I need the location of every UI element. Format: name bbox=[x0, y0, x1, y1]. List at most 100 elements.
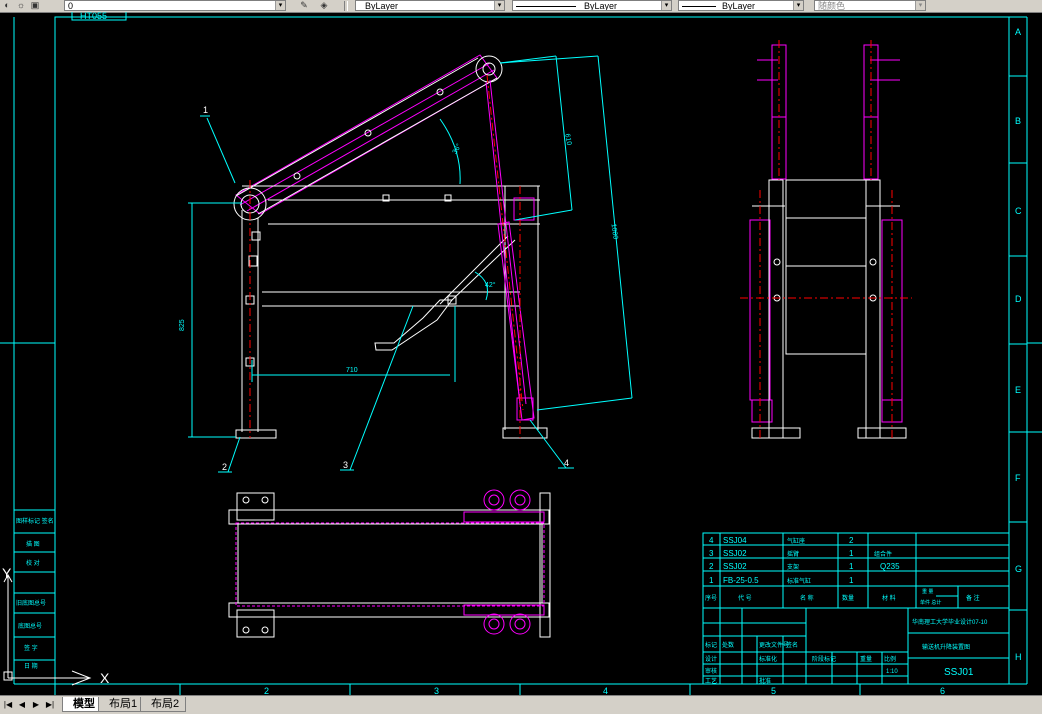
title-small-label: 设计 bbox=[705, 655, 717, 663]
strip-label: 图样标记 签名 bbox=[16, 517, 54, 525]
title-school: 华南理工大学毕业设计07-10 bbox=[912, 618, 988, 626]
dim-height: 825 bbox=[179, 319, 186, 331]
row-label-f: F bbox=[1015, 473, 1021, 483]
row-label-a: A bbox=[1015, 27, 1021, 37]
tab-layout2[interactable]: 布局2 bbox=[140, 697, 187, 712]
bom-no: 4 bbox=[709, 536, 714, 545]
dim-width: 710 bbox=[346, 367, 358, 374]
first-tab-icon[interactable]: |◀ bbox=[2, 699, 14, 710]
title-small-label: 更改文件号 bbox=[759, 641, 789, 649]
bom-name: 摇臂 bbox=[787, 550, 799, 558]
title-small-label: 比例 bbox=[884, 655, 896, 663]
layer-previous-icon[interactable]: ◈ bbox=[319, 1, 329, 10]
row-label-g: G bbox=[1015, 564, 1022, 574]
plotstyle-value: 随颜色 bbox=[818, 1, 846, 11]
strip-label: 旧底图总号 bbox=[16, 599, 46, 607]
dim-angle2: 42° bbox=[485, 281, 496, 289]
row-label-b: B bbox=[1015, 116, 1021, 126]
dim-slant2: 1080 bbox=[609, 223, 618, 240]
bom-qty: 1 bbox=[849, 562, 854, 571]
bom-header: 序号 bbox=[705, 594, 717, 602]
bom-material: 组合件 bbox=[874, 550, 892, 558]
col-label-4: 4 bbox=[603, 686, 608, 695]
balloon-1: 1 bbox=[203, 105, 208, 115]
bom-header: 备 注 bbox=[966, 594, 980, 602]
title-small-label: 标准化 bbox=[759, 655, 777, 663]
layer-state-icon[interactable]: ◐ bbox=[2, 1, 12, 10]
linetype-preview bbox=[516, 6, 576, 8]
strip-label: 描 图 bbox=[26, 540, 40, 548]
row-label-c: C bbox=[1015, 206, 1022, 216]
layer-value: 0 bbox=[68, 1, 74, 11]
bom-header: 单件 总计 bbox=[920, 599, 941, 606]
toolbar-separator bbox=[344, 1, 348, 11]
bom-name: 标准气缸 bbox=[787, 577, 811, 585]
tab-layout1[interactable]: 布局1 bbox=[98, 697, 145, 712]
grid-col-labels: 2 3 4 5 6 bbox=[264, 686, 945, 696]
title-small-label: 阶段标记 bbox=[812, 655, 836, 663]
bom-header: 材 料 bbox=[882, 594, 896, 602]
col-label-6: 6 bbox=[940, 686, 945, 695]
dim-angle1: 36° bbox=[451, 142, 463, 155]
freeze-icon[interactable]: ☼ bbox=[16, 1, 26, 10]
tab-model[interactable]: 模型 bbox=[62, 697, 102, 712]
title-small-label: 批准 bbox=[759, 677, 771, 685]
side-view bbox=[740, 40, 912, 440]
lineweight-value: ByLayer bbox=[722, 1, 756, 11]
layer-dropdown[interactable]: 0 ▾ bbox=[64, 0, 286, 11]
title-drawing-no: SSJ01 bbox=[944, 667, 974, 678]
chevron-down-icon: ▾ bbox=[915, 1, 925, 10]
bom-name: 气缸座 bbox=[787, 537, 805, 545]
bom-name: 支架 bbox=[787, 563, 799, 571]
lineweight-dropdown[interactable]: ByLayer ▾ bbox=[678, 0, 804, 11]
strip-label: 日 期 bbox=[24, 662, 38, 670]
bom-no: 3 bbox=[709, 549, 714, 558]
lineweight-preview bbox=[682, 6, 716, 8]
title-small-label: 重量 bbox=[860, 655, 872, 663]
last-tab-icon[interactable]: ▶| bbox=[44, 699, 56, 710]
ucs-icon bbox=[3, 573, 92, 686]
make-current-layer-icon[interactable]: ✎ bbox=[299, 1, 309, 10]
chevron-down-icon: ▾ bbox=[494, 1, 504, 10]
linetype-dropdown[interactable]: ByLayer ▾ bbox=[512, 0, 672, 11]
bom-header: 代 号 bbox=[738, 594, 752, 602]
color-value: ByLayer bbox=[365, 1, 399, 11]
bom-code: SSJ04 bbox=[723, 536, 747, 545]
bom-code: FB-25-0.5 bbox=[723, 576, 759, 585]
col-label-5: 5 bbox=[771, 686, 776, 695]
balloon-3: 3 bbox=[343, 460, 348, 470]
front-view: 825 710 610 1080 36° 42° 1 2 3 4 bbox=[179, 54, 633, 473]
balloon-2: 2 bbox=[222, 462, 227, 472]
title-small-label: 标记 bbox=[705, 641, 717, 649]
row-label-d: D bbox=[1015, 294, 1022, 304]
drawing-frame bbox=[0, 12, 1042, 695]
top-label: HT055 bbox=[80, 12, 107, 21]
lock-icon[interactable]: ▣ bbox=[30, 1, 40, 10]
bom-qty: 1 bbox=[849, 549, 854, 558]
strip-label: 签 字 bbox=[24, 644, 38, 652]
bom-material: Q235 bbox=[880, 562, 900, 571]
strip-label: 校 对 bbox=[26, 559, 40, 567]
bom-code: SSJ02 bbox=[723, 562, 747, 571]
row-label-e: E bbox=[1015, 385, 1021, 395]
plotstyle-dropdown[interactable]: 随颜色 ▾ bbox=[814, 0, 926, 11]
top-view bbox=[228, 489, 551, 638]
strip-label: 底图总号 bbox=[18, 622, 42, 630]
title-small-label: 处数 bbox=[722, 641, 734, 649]
title-small-label: 签名 bbox=[786, 641, 798, 649]
color-dropdown[interactable]: ByLayer ▾ bbox=[355, 0, 505, 11]
linetype-value: ByLayer bbox=[584, 1, 618, 11]
bom-no: 1 bbox=[709, 576, 714, 585]
ucs-y-label: Y bbox=[2, 565, 12, 581]
chevron-down-icon: ▾ bbox=[661, 1, 671, 10]
layout-tab-bar: |◀ ◀ ▶ ▶| 模型 布局1 布局2 bbox=[0, 695, 1042, 714]
bom-qty: 1 bbox=[849, 576, 854, 585]
drawing-svg: HT055 A B C D E F G H 2 3 4 5 6 图样标记 签名 … bbox=[0, 11, 1042, 696]
prev-tab-icon[interactable]: ◀ bbox=[16, 699, 28, 710]
col-label-2: 2 bbox=[264, 686, 269, 695]
balloon-4: 4 bbox=[564, 458, 569, 468]
next-tab-icon[interactable]: ▶ bbox=[30, 699, 42, 710]
drawing-canvas[interactable]: HT055 A B C D E F G H 2 3 4 5 6 图样标记 签名 … bbox=[0, 11, 1042, 696]
bom-header: 重 量 bbox=[922, 588, 933, 595]
left-strip-table bbox=[13, 509, 56, 661]
